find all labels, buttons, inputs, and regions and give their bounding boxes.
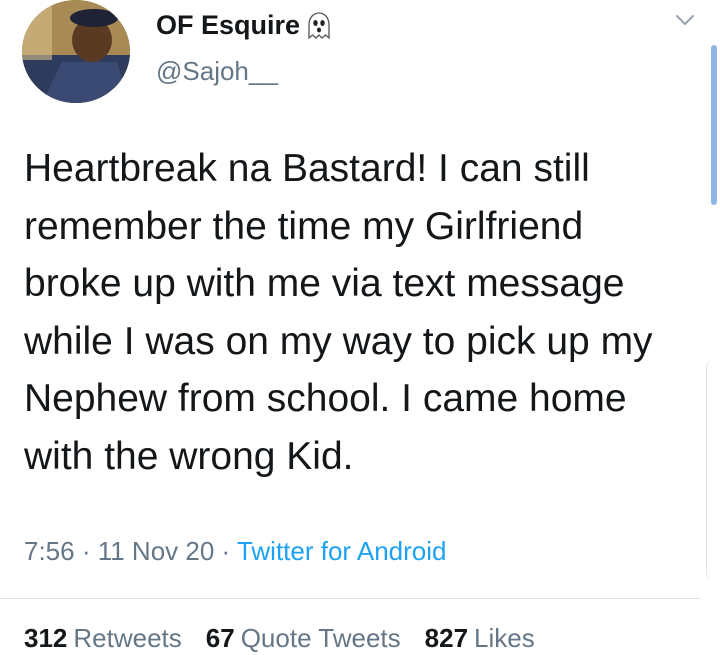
retweets-stat[interactable]: 312 Retweets (24, 623, 182, 654)
quote-tweets-label: Quote Tweets (240, 623, 401, 653)
tweet-text: Heartbreak na Bastard! I can still remem… (24, 147, 653, 478)
quote-tweets-count: 67 (205, 623, 235, 653)
ghost-icon (306, 11, 332, 41)
tweet-date[interactable]: 11 Nov 20 (98, 536, 215, 566)
author-name-row[interactable]: OF Esquire (156, 10, 332, 41)
display-name[interactable]: OF Esquire (156, 10, 300, 41)
likes-count: 827 (424, 623, 469, 653)
divider (0, 598, 700, 599)
avatar-photo (22, 0, 130, 103)
likes-label: Likes (474, 623, 535, 653)
meta-separator: · (74, 536, 98, 566)
author-handle[interactable]: @Sajoh__ (156, 56, 278, 87)
side-panel-edge (706, 360, 720, 580)
scrollbar[interactable] (711, 45, 717, 205)
avatar[interactable] (22, 0, 130, 103)
chevron-down-icon[interactable] (674, 12, 696, 28)
tweet-stats: 312 Retweets 67 Quote Tweets 827 Likes (24, 623, 535, 654)
meta-separator: · (214, 536, 237, 566)
retweets-count: 312 (24, 623, 68, 653)
tweet-meta: 7:56 · 11 Nov 20 · Twitter for Android (24, 536, 447, 567)
tweet-time[interactable]: 7:56 (24, 536, 75, 566)
quote-tweets-stat[interactable]: 67 Quote Tweets (206, 623, 401, 654)
tweet-card: OF Esquire @Sajoh__ Heartbreak na Bastar… (0, 0, 720, 655)
tweet-source[interactable]: Twitter for Android (237, 536, 447, 566)
retweets-label: Retweets (73, 623, 182, 653)
likes-stat[interactable]: 827 Likes (425, 623, 535, 654)
